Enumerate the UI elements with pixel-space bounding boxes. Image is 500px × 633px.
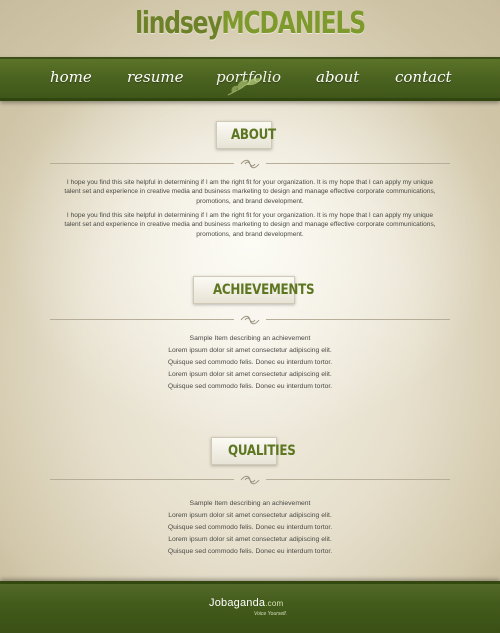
list-item: Quisque sed commodo felis. Donec eu inte… [167, 383, 333, 390]
nav-home[interactable]: home [50, 68, 92, 92]
flourish-icon [240, 159, 260, 169]
about-paragraph-2: I hope you find this site helpful in det… [64, 212, 436, 238]
site-header: lindseyMCDANIELS [0, 0, 500, 56]
qualities-heading: QUALITIES [206, 437, 296, 465]
nav-resume[interactable]: resume [127, 68, 184, 92]
nav-about[interactable]: about [316, 68, 359, 92]
qualities-heading-label: QUALITIES [227, 443, 296, 459]
achievements-heading-label: ACHIEVEMENTS [212, 282, 315, 298]
flourish-icon [240, 475, 260, 485]
about-divider [50, 159, 450, 169]
achievements-divider [50, 315, 450, 325]
footer-brand-name: Jobaganda [209, 597, 266, 609]
list-item: Lorem ipsum dolor sit amet consectetur a… [168, 536, 332, 543]
about-paragraph-1: I hope you find this site helpful in det… [64, 179, 436, 205]
list-item: Lorem ipsum dolor sit amet consectetur a… [168, 347, 332, 354]
qualities-list: Sample Item describing an achievement Lo… [130, 498, 370, 558]
about-heading: ABOUT [211, 121, 277, 149]
logo-last-name: MCDANIELS [221, 6, 366, 41]
list-item: Sample Item describing an achievement [189, 500, 311, 507]
list-item: Lorem ipsum dolor sit amet consectetur a… [168, 371, 332, 378]
footer-tagline: Voice Yourself. [254, 611, 288, 617]
list-item: Sample Item describing an achievement [189, 335, 311, 342]
list-item: Quisque sed commodo felis. Donec eu inte… [167, 548, 333, 555]
site-logo[interactable]: lindseyMCDANIELS [55, 6, 445, 41]
footer-brand-tld: .com [265, 599, 284, 608]
achievements-heading: ACHIEVEMENTS [188, 276, 315, 304]
qualities-divider [50, 475, 450, 485]
logo-first-name: lindsey [135, 6, 222, 41]
list-item: Quisque sed commodo felis. Donec eu inte… [167, 524, 333, 531]
nav-contact[interactable]: contact [395, 68, 452, 92]
achievements-list: Sample Item describing an achievement Lo… [130, 333, 370, 393]
flourish-icon [240, 315, 260, 325]
list-item: Quisque sed commodo felis. Donec eu inte… [167, 359, 333, 366]
list-item: Lorem ipsum dolor sit amet consectetur a… [168, 512, 332, 519]
footer-brand-link[interactable]: Jobaganda.com [209, 597, 283, 609]
about-heading-label: ABOUT [230, 127, 276, 143]
leaf-icon [227, 78, 262, 96]
